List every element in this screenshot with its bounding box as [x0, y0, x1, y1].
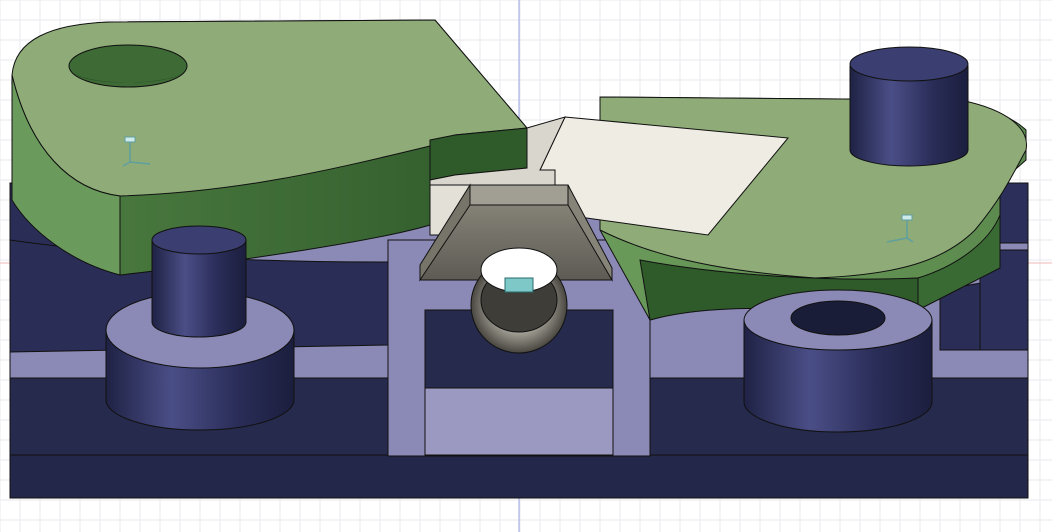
cad-viewport[interactable] [0, 0, 1052, 532]
top-right-post[interactable] [849, 46, 969, 167]
right-ring-post[interactable] [743, 289, 933, 433]
3d-model-canvas[interactable] [0, 0, 1052, 532]
origin-axis-icon-center [504, 277, 534, 293]
